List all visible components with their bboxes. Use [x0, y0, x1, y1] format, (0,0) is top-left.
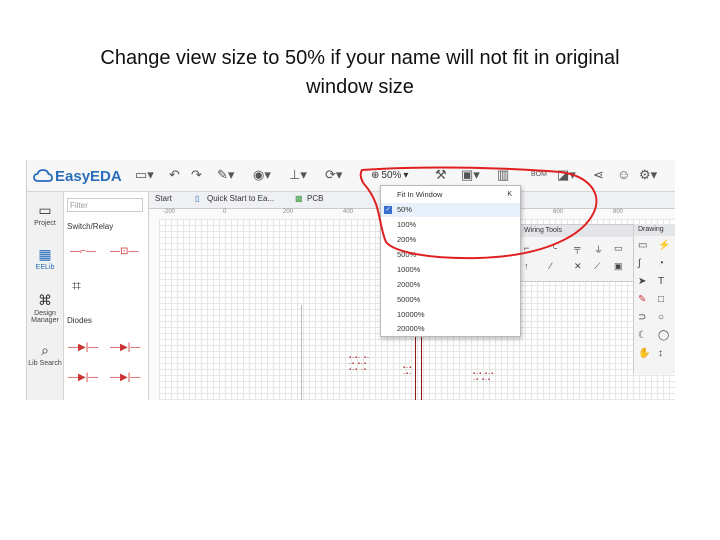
align-icon[interactable]: ⊥▾ [289, 167, 307, 183]
no-connect-icon[interactable]: ✕ [574, 261, 582, 272]
menu-item-zoom-option[interactable]: 10000% [381, 308, 520, 322]
logo-text: EasyEDA [55, 167, 122, 185]
switch-relay-label: Switch/Relay [67, 222, 114, 231]
arc-icon[interactable]: ◔ [658, 258, 664, 269]
menu-item-zoom-option[interactable]: 1000% [381, 263, 520, 277]
library-panel: Filter Switch/Relay —⌐— —⊡— ⌗ Diodes —▶|… [64, 192, 149, 400]
tab-start[interactable]: Start [155, 194, 172, 203]
relay-symbol[interactable]: —⊡— [110, 246, 138, 257]
nav-label: Lib Search [28, 360, 62, 367]
ruler-tick: 400 [343, 209, 354, 215]
freehand-icon[interactable]: ✎ [638, 294, 646, 305]
caption-line-1: Change view size to 50% if your name wil… [100, 47, 620, 69]
magnifier-icon: ⌕ [41, 342, 49, 358]
image-tool-icon[interactable]: ▭ [638, 240, 647, 251]
smile-icon[interactable]: ☺ [617, 167, 630, 182]
diode-symbol-1[interactable]: —▶|— [68, 342, 98, 353]
nav-design-manager[interactable]: ⌘ Design Manager [27, 292, 63, 324]
cloud-logo-icon [33, 169, 53, 182]
dimension-icon[interactable]: ↕ [658, 348, 663, 359]
polyline-icon[interactable]: ⚡ [658, 240, 670, 251]
pencil-icon[interactable]: ✎▾ [217, 167, 234, 183]
schematic-parts[interactable]: ▪-▪ -▪- [403, 365, 412, 377]
ellipse-icon[interactable]: ◯ [658, 330, 669, 341]
redo-icon[interactable]: ↷ [191, 167, 202, 183]
diode-symbol-4[interactable]: —▶|— [110, 372, 140, 383]
drawing-tools-header: Drawing [634, 224, 675, 236]
ellipse-arc-icon[interactable]: ☾ [638, 330, 647, 341]
relay-component-symbol[interactable]: ⌗ [72, 278, 81, 296]
pcb-icon: ▩ [295, 194, 303, 203]
ruler-tick: -200 [163, 209, 176, 215]
netlabel-icon[interactable]: ▭ [614, 243, 623, 254]
voltage-probe-icon[interactable]: ↑ [524, 261, 529, 271]
polygon-icon[interactable]: ⊃ [638, 312, 646, 323]
folder-icon: ▭ [38, 202, 52, 218]
nav-lib-search[interactable]: ⌕ Lib Search [27, 342, 63, 367]
rectangle-icon[interactable]: □ [658, 294, 664, 305]
ruler-tick: 200 [283, 209, 294, 215]
rotate-icon[interactable]: ⟳▾ [325, 167, 342, 183]
text-tool-icon[interactable]: T [658, 276, 664, 287]
easyeda-screenshot: EasyEDA ▭▾ ↶ ↷ ✎▾ ◉▾ ⊥▾ ⟳▾ ⊕ 50% ▾ ⚒ ▣▾ … [26, 160, 675, 400]
place-icon[interactable]: ◉▾ [253, 167, 271, 183]
ruler-tick: 0 [223, 209, 227, 215]
slide-caption: Change view size to 50% if your name wil… [0, 44, 720, 102]
ruler-tick: 800 [613, 209, 624, 215]
diode-symbol-2[interactable]: —▶|— [110, 342, 140, 353]
wire-line [301, 305, 302, 400]
switch-symbol[interactable]: —⌐— [70, 246, 96, 257]
gear-icon[interactable]: ⚙▾ [639, 167, 657, 183]
menu-item-zoom-option[interactable]: 2000% [381, 278, 520, 292]
nav-label: Project [34, 220, 56, 227]
left-nav: ▭ Project ▦ EELib ⌘ Design Manager ⌕ Lib… [27, 192, 64, 400]
bezier-icon[interactable]: ∫ [638, 258, 641, 269]
menu-item-zoom-option[interactable]: 5000% [381, 293, 520, 307]
pin-icon[interactable]: ⁄ [550, 261, 552, 271]
nav-label: EELib [35, 264, 55, 271]
doc-icon: ▯ [195, 194, 200, 203]
tab-pcb[interactable]: PCB [307, 194, 323, 203]
easyeda-logo: EasyEDA [33, 166, 122, 186]
folder-menu-icon[interactable]: ▭▾ [135, 167, 154, 183]
nav-project[interactable]: ▭ Project [27, 202, 63, 227]
filter-input[interactable]: Filter [67, 198, 143, 212]
schematic-parts[interactable]: ▪-▪- ▪- -▪ ▪-▪ ▪-▪ -▪ [349, 355, 370, 373]
group-icon[interactable]: ▣ [614, 261, 623, 272]
menu-item-zoom-option[interactable]: 20000% [381, 322, 520, 336]
diode-symbol-3[interactable]: —▶|— [68, 372, 98, 383]
schematic-parts[interactable]: ▪-▪ ▪-▪ -▪ ▪-▪ [473, 371, 494, 383]
red-annotation-outline [359, 166, 598, 260]
nav-eelib[interactable]: ▦ EELib [27, 246, 63, 271]
pan-hand-icon[interactable]: ✋ [638, 348, 650, 359]
nav-label: Design Manager [31, 310, 59, 324]
design-manager-icon: ⌘ [38, 292, 52, 308]
library-icon: ▦ [38, 246, 52, 262]
diodes-label: Diodes [67, 316, 92, 325]
tab-quick-start[interactable]: Quick Start to Ea... [207, 194, 274, 203]
undo-icon[interactable]: ↶ [169, 167, 180, 183]
bus-icon[interactable]: ⟋ [594, 261, 600, 272]
arrow-icon[interactable]: ➤ [638, 276, 646, 287]
caption-line-2: window size [306, 76, 414, 98]
circle-icon[interactable]: ○ [658, 312, 664, 323]
drawing-tools-panel: Drawing ▭ ⚡ ∫ ◔ ➤ T ✎ □ ⊃ ○ ☾ ◯ ✋ ↕ [633, 224, 675, 374]
